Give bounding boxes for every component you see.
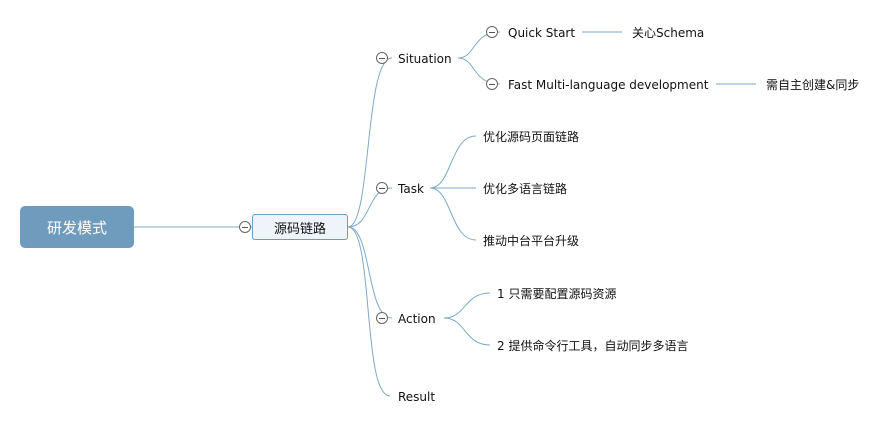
situation-node[interactable]: Situation xyxy=(398,51,452,67)
action-node[interactable]: Action xyxy=(398,311,436,327)
task-child-node[interactable]: 优化源码页面链路 xyxy=(483,129,579,145)
connector-main-situation xyxy=(347,57,393,228)
root-node-label: 研发模式 xyxy=(46,218,107,237)
fastml-node[interactable]: Fast Multi-language development xyxy=(508,77,708,93)
task-child-node[interactable]: 优化多语言链路 xyxy=(483,181,567,197)
collapse-task-icon[interactable] xyxy=(376,182,388,194)
collapse-main-icon[interactable] xyxy=(239,221,251,233)
task-child-node[interactable]: 推动中台平台升级 xyxy=(483,233,579,249)
collapse-fastml-icon[interactable] xyxy=(486,78,498,90)
connector-task-child1 xyxy=(429,135,477,189)
collapse-action-icon[interactable] xyxy=(376,312,388,324)
connector-action-child1 xyxy=(443,292,491,319)
connector-main-action xyxy=(347,226,393,319)
connector-task-child3 xyxy=(429,187,477,241)
connector-action-child2 xyxy=(443,317,491,346)
action-child-node[interactable]: 1 只需要配置源码资源 xyxy=(497,286,616,302)
result-node[interactable]: Result xyxy=(398,389,435,405)
root-node[interactable]: 研发模式 xyxy=(20,206,134,248)
collapse-situation-icon[interactable] xyxy=(376,52,388,64)
quickstart-node[interactable]: Quick Start xyxy=(508,25,575,41)
main-topic-node[interactable]: 源码链路 xyxy=(252,214,348,240)
action-child-node[interactable]: 2 提供命令行工具，自动同步多语言 xyxy=(497,338,688,354)
fastml-note-node[interactable]: 需自主创建&同步 xyxy=(766,77,859,93)
collapse-quickstart-icon[interactable] xyxy=(486,26,498,38)
task-node[interactable]: Task xyxy=(398,181,424,197)
main-topic-label: 源码链路 xyxy=(273,221,326,237)
quickstart-note-node[interactable]: 关心Schema xyxy=(632,25,704,41)
